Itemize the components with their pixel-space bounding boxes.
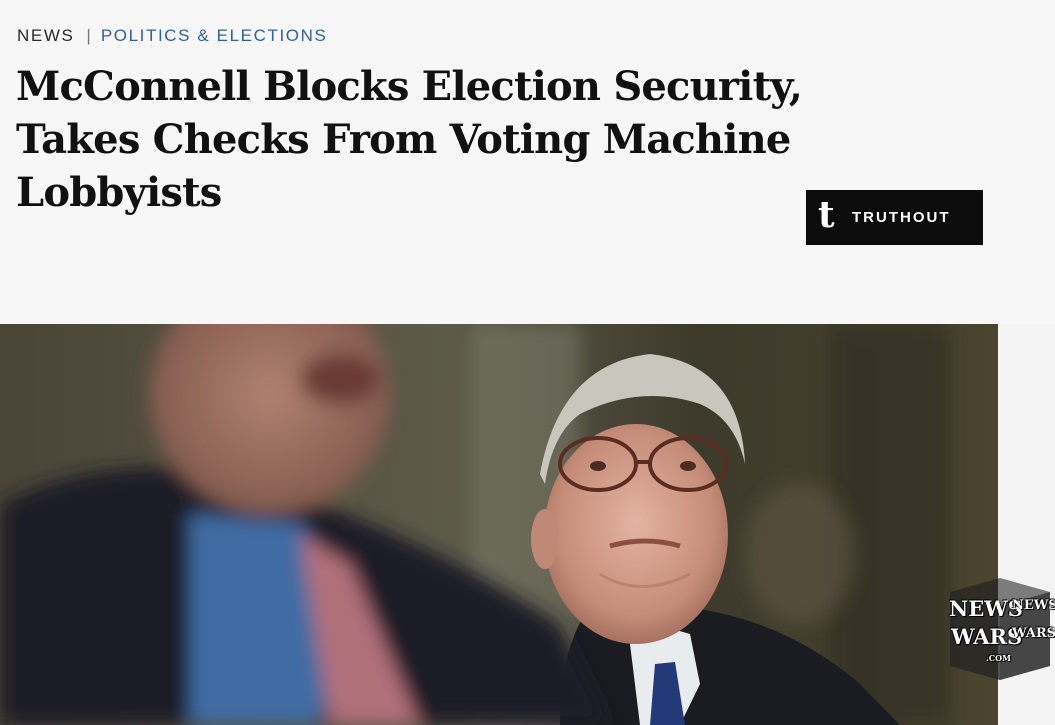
section-link-news[interactable]: NEWS (17, 26, 74, 46)
category-link-politics[interactable]: POLITICS & ELECTIONS (101, 26, 328, 46)
kicker-divider: | (86, 26, 91, 45)
watermark-domain: .COM (986, 653, 1011, 663)
watermark-side-line1: NEWS (1012, 598, 1055, 613)
article-page: NEWS | POLITICS & ELECTIONS McConnell Bl… (0, 0, 1055, 725)
article-photo (0, 324, 998, 725)
watermark-side-line2: WARS (1012, 626, 1055, 641)
article-headline: McConnell Blocks Election Security, Take… (16, 63, 803, 216)
truthout-t-icon: t (818, 193, 835, 236)
truthout-wordmark: TRUTHOUT (852, 209, 951, 226)
truthout-logo[interactable]: t TRUTHOUT (806, 190, 983, 245)
photo-illustration (0, 324, 998, 725)
newswars-watermark-logo: NEWS WARS NEWS WARS .COM (946, 574, 1055, 684)
article-kicker: NEWS | POLITICS & ELECTIONS (17, 26, 327, 46)
